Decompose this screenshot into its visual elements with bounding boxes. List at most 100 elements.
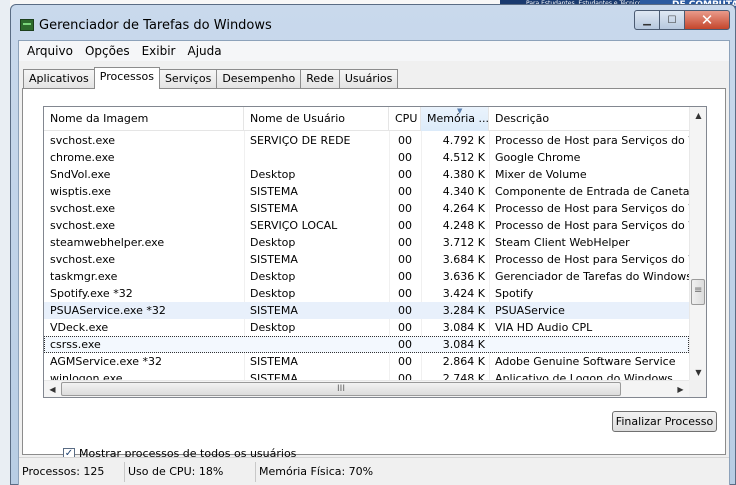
process-row[interactable]: AGMService.exe *32 SISTEMA 00 2.864 K Adobe … (44, 353, 689, 370)
horizontal-scroll-thumb[interactable]: III (61, 382, 621, 396)
process-name: svchost.exe (50, 202, 116, 215)
end-process-button[interactable]: Finalizar Processo (612, 411, 717, 432)
process-cpu: 00 (398, 168, 412, 181)
process-cpu: 00 (398, 338, 412, 351)
process-cpu: 00 (398, 236, 412, 249)
task-manager-window: Gerenciador de Tarefas do Windows ▁ ☐ ✕ … (10, 4, 736, 485)
minimize-button[interactable]: ▁ (634, 10, 660, 30)
tab-processos[interactable]: Processos (93, 67, 160, 89)
process-row[interactable]: PSUAService.exe *32 SISTEMA 00 3.284 K PSUAS… (44, 302, 689, 319)
process-user: Desktop (250, 236, 296, 249)
process-memory: 4.340 K (442, 185, 485, 198)
tab-strip: Aplicativos Processos Serviços Desempenh… (23, 67, 399, 89)
process-description: Componente de Entrada de Caneta e To (495, 185, 689, 198)
sort-descending-icon: ▼ (457, 107, 463, 115)
vertical-scrollbar[interactable]: ▲ ▼ (689, 107, 706, 381)
process-cpu: 00 (398, 202, 412, 215)
menu-ajuda[interactable]: Ajuda (181, 44, 227, 58)
scroll-up-icon[interactable]: ▲ (690, 107, 706, 124)
process-description: Mixer de Volume (495, 168, 587, 181)
process-row[interactable]: svchost.exe SERVIÇO LOCAL 00 4.248 K Process… (44, 217, 689, 234)
process-cpu: 00 (398, 321, 412, 334)
process-memory: 3.424 K (442, 287, 485, 300)
process-memory: 3.084 K (442, 338, 485, 351)
process-user: Desktop (250, 321, 296, 334)
process-row[interactable]: steamwebhelper.exe Desktop 00 3.712 K Steam … (44, 234, 689, 251)
process-memory: 3.684 K (442, 253, 485, 266)
process-memory: 4.512 K (442, 151, 485, 164)
minimize-icon: ▁ (643, 14, 651, 26)
process-row[interactable]: svchost.exe SISTEMA 00 3.684 K Processo de H… (44, 251, 689, 268)
scroll-down-icon[interactable]: ▼ (690, 364, 706, 381)
process-name: csrss.exe (50, 338, 101, 351)
menu-exibir[interactable]: Exibir (136, 44, 182, 58)
tab-desempenho[interactable]: Desempenho (216, 69, 302, 89)
client-area: Arquivo Opções Exibir Ajuda Aplicativos … (18, 40, 730, 485)
scroll-right-icon[interactable]: ▶ (672, 381, 689, 397)
column-header-description[interactable]: Descrição (489, 107, 689, 131)
process-description: Processo de Host para Serviços do Windo (495, 253, 689, 266)
process-memory: 3.284 K (442, 304, 485, 317)
process-user: SISTEMA (250, 185, 298, 198)
tab-rede[interactable]: Rede (300, 69, 340, 89)
process-list[interactable]: Nome da Imagem Nome de Usuário CPU ▼ Mem… (43, 106, 707, 398)
status-process-count: Processos: 125 (19, 461, 125, 482)
process-user: Desktop (250, 270, 296, 283)
desktop-left-strip (0, 0, 10, 485)
process-description: Gerenciador de Tarefas do Windows (495, 270, 689, 283)
menu-bar: Arquivo Opções Exibir Ajuda (19, 41, 729, 61)
process-memory: 3.712 K (442, 236, 485, 249)
process-memory: 3.084 K (442, 321, 485, 334)
process-cpu: 00 (398, 355, 412, 368)
status-physical-memory: Memória Física: 70% (259, 464, 374, 478)
task-manager-icon (20, 19, 34, 31)
status-bar: Processos: 125 Uso de CPU: 18% Memória F… (19, 457, 729, 485)
close-icon: ✕ (700, 11, 714, 29)
process-row[interactable]: taskmgr.exe Desktop 00 3.636 K Gerenciador d… (44, 268, 689, 285)
column-header-cpu[interactable]: CPU (389, 107, 421, 131)
process-description: Processo de Host para Serviços do Windo (495, 219, 689, 232)
process-row[interactable]: Spotify.exe *32 Desktop 00 3.424 K Spotify (44, 285, 689, 302)
process-description: Processo de Host para Serviços do Windo (495, 202, 689, 215)
column-header-name[interactable]: Nome da Imagem (44, 107, 244, 131)
column-header-user[interactable]: Nome de Usuário (244, 107, 389, 131)
status-cpu-usage: Uso de CPU: 18% (125, 461, 256, 482)
tab-usuarios[interactable]: Usuários (338, 69, 399, 89)
column-header-memory[interactable]: ▼ Memória ... (421, 107, 489, 131)
tab-aplicativos[interactable]: Aplicativos (23, 69, 95, 89)
process-user: SISTEMA (250, 355, 298, 368)
process-description: Spotify (495, 287, 534, 300)
process-name: chrome.exe (50, 151, 115, 164)
menu-arquivo[interactable]: Arquivo (21, 44, 79, 58)
process-cpu: 00 (398, 219, 412, 232)
process-row[interactable]: svchost.exe SERVIÇO DE REDE 00 4.792 K Proce… (44, 132, 689, 149)
process-row[interactable]: VDeck.exe Desktop 00 3.084 K VIA HD Audio CP… (44, 319, 689, 336)
process-name: wisptis.exe (50, 185, 111, 198)
process-user: SERVIÇO DE REDE (250, 134, 351, 147)
process-memory: 2.864 K (442, 355, 485, 368)
process-memory: 3.636 K (442, 270, 485, 283)
process-row[interactable]: chrome.exe 00 4.512 K Google Chrome (44, 149, 689, 166)
process-name: SndVol.exe (50, 168, 111, 181)
process-row[interactable]: csrss.exe 00 3.084 K (44, 336, 689, 353)
process-name: taskmgr.exe (50, 270, 118, 283)
process-memory: 4.792 K (442, 134, 485, 147)
vertical-scroll-thumb[interactable] (691, 279, 705, 305)
maximize-icon: ☐ (667, 14, 677, 26)
tab-servicos[interactable]: Serviços (158, 69, 218, 89)
scrollbar-corner (689, 380, 706, 397)
process-row[interactable]: wisptis.exe SISTEMA 00 4.340 K Componente de… (44, 183, 689, 200)
process-row[interactable]: svchost.exe SISTEMA 00 4.264 K Processo de H… (44, 200, 689, 217)
process-user: SERVIÇO LOCAL (250, 219, 338, 232)
process-cpu: 00 (398, 134, 412, 147)
menu-opcoes[interactable]: Opções (79, 44, 136, 58)
process-row[interactable]: SndVol.exe Desktop 00 4.380 K Mixer de Volum… (44, 166, 689, 183)
maximize-button[interactable]: ☐ (659, 10, 685, 30)
close-button[interactable]: ✕ (684, 10, 730, 30)
process-name: svchost.exe (50, 134, 116, 147)
horizontal-scrollbar[interactable]: ◀ III ▶ (44, 380, 689, 397)
process-cpu: 00 (398, 304, 412, 317)
title-bar[interactable]: Gerenciador de Tarefas do Windows ▁ ☐ ✕ (11, 5, 735, 39)
list-header: Nome da Imagem Nome de Usuário CPU ▼ Mem… (44, 107, 689, 131)
scroll-left-icon[interactable]: ◀ (44, 381, 61, 397)
